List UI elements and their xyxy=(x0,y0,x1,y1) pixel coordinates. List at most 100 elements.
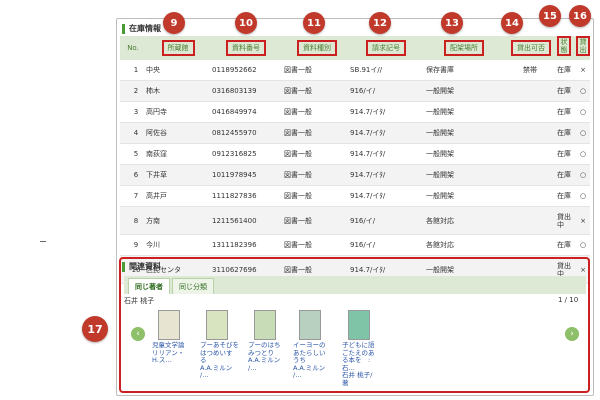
callout-marker: 14 xyxy=(501,12,523,34)
cell-lendable xyxy=(506,123,554,143)
book-title-link[interactable]: イーヨーの あたらしい うち A.A.ミルン /… xyxy=(293,341,343,380)
cell-call-no: SB.91イ// xyxy=(350,66,383,74)
cell-material-no: 0416849974 xyxy=(212,108,257,116)
cell-shelf: 各館対応 xyxy=(426,216,454,225)
cell-type: 図書一般 xyxy=(284,216,312,225)
cell-material-no: 1211561400 xyxy=(212,216,257,225)
next-arrow-icon[interactable]: › xyxy=(565,327,579,341)
table-row: 1 中央 0118952662 図書一般 SB.91イ// 保存書庫 禁帯 在庫 × xyxy=(120,60,590,81)
cell-material-no: 1111827836 xyxy=(212,192,257,200)
cell-status: 在庫 xyxy=(557,66,571,74)
cell-shelf: 一般開架 xyxy=(426,171,454,179)
table-row: 2 柿木 0316803139 図書一般 916/イ/一般開架 在庫 ○ xyxy=(120,81,590,102)
related-tab-bar: 同じ著者 同じ分類 xyxy=(124,276,586,294)
cell-material-no: 0912316825 xyxy=(212,150,257,158)
cell-lendable xyxy=(506,144,554,164)
cell-call-no: 914.7/イﾀ/ xyxy=(350,171,386,179)
header-shelf[interactable]: 配架場所 xyxy=(420,36,508,60)
cell-type: 図書一般 xyxy=(284,150,312,158)
table-row: 7 高井戸 1111827836 図書一般 914.7/イﾀ/一般開架 在庫 ○ xyxy=(120,186,590,207)
related-book[interactable]: プーあそびを はつめいす る A.A.ミルン /… xyxy=(200,310,250,380)
cell-lend: ○ xyxy=(579,150,587,158)
cell-lendable xyxy=(506,235,554,255)
cell-material-no: 1011978945 xyxy=(212,171,257,179)
header-call-no[interactable]: 請求記号 xyxy=(350,36,422,60)
cell-library: 下井草 xyxy=(146,171,167,179)
book-title-link[interactable]: プーのはち みつとり A.A.ミルン /… xyxy=(248,341,298,372)
cell-no: 4 xyxy=(133,129,139,137)
cell-call-no: 914.7/イﾀ/ xyxy=(350,150,386,158)
book-cover[interactable] xyxy=(254,310,276,340)
header-library[interactable]: 所蔵館 xyxy=(146,36,210,60)
related-book[interactable]: プーのはち みつとり A.A.ミルン /… xyxy=(248,310,298,372)
cell-library: 中央 xyxy=(146,66,160,74)
cell-material-no: 0316803139 xyxy=(212,87,257,95)
header-material-no[interactable]: 資料番号 xyxy=(210,36,282,60)
cell-material-no: 0118952662 xyxy=(212,66,257,74)
book-cover[interactable] xyxy=(348,310,370,340)
cell-status: 在庫 xyxy=(557,171,571,179)
cell-shelf: 一般開架 xyxy=(426,150,454,158)
related-pager: 1 / 10 xyxy=(558,296,579,304)
cell-lendable xyxy=(506,165,554,185)
cell-status: 在庫 xyxy=(557,129,571,137)
book-title-link[interactable]: 児童文学論 リリアン・ H.ス… xyxy=(152,341,202,365)
cell-shelf: 一般開架 xyxy=(426,87,454,95)
cell-lend: ○ xyxy=(579,129,587,137)
cell-lendable xyxy=(506,207,554,234)
cell-call-no: 914.7/イﾀ/ xyxy=(350,129,386,137)
header-material-type[interactable]: 資料種別 xyxy=(284,36,350,60)
related-book[interactable]: イーヨーの あたらしい うち A.A.ミルン /… xyxy=(293,310,343,380)
cell-lend: ○ xyxy=(579,192,587,200)
cell-lendable xyxy=(506,102,554,122)
related-book[interactable]: 児童文学論 リリアン・ H.ス… xyxy=(152,310,202,365)
cell-call-no: 916/イ/ xyxy=(350,87,376,95)
book-title-link[interactable]: 子どもに語 ごたえのあ る本を : 石… 石井 桃子/ 著 xyxy=(342,341,392,387)
cell-no: 7 xyxy=(133,192,139,200)
header-status[interactable]: 状態 xyxy=(554,36,574,60)
related-section-heading: 関連資料 xyxy=(122,262,161,272)
callout-marker: 9 xyxy=(163,12,185,34)
cell-no: 5 xyxy=(133,150,139,158)
cell-status: 在庫 xyxy=(557,192,571,200)
cell-call-no: 916/イ/ xyxy=(350,216,376,225)
callout-marker: 12 xyxy=(369,12,391,34)
cell-status: 在庫 xyxy=(557,87,571,95)
cell-type: 図書一般 xyxy=(284,171,312,179)
table-row: 5 南荻窪 0912316825 図書一般 914.7/イﾀ/一般開架 在庫 ○ xyxy=(120,144,590,165)
stock-table-header: No. 所蔵館 資料番号 資料種別 請求記号 配架場所 貸出可否 状態 貸出 xyxy=(120,36,590,60)
cell-type: 図書一般 xyxy=(284,108,312,116)
cell-library: 高井戸 xyxy=(146,192,167,200)
book-cover[interactable] xyxy=(158,310,180,340)
cell-call-no: 916/イ/ xyxy=(350,241,376,249)
book-cover[interactable] xyxy=(206,310,228,340)
cell-library: 方南 xyxy=(146,216,160,225)
cell-type: 図書一般 xyxy=(284,241,312,249)
cell-lend: ○ xyxy=(579,171,587,179)
cell-no: 6 xyxy=(133,171,139,179)
callout-marker: 13 xyxy=(441,12,463,34)
cell-status: 在庫 xyxy=(557,241,571,249)
book-title-link[interactable]: プーあそびを はつめいす る A.A.ミルン /… xyxy=(200,341,250,380)
cell-lendable xyxy=(506,186,554,206)
cell-lendable: 禁帯 xyxy=(523,66,537,74)
related-book[interactable]: 子どもに語 ごたえのあ る本を : 石… 石井 桃子/ 著 xyxy=(342,310,392,387)
cell-type: 図書一般 xyxy=(284,129,312,137)
callout-marker: 10 xyxy=(235,12,257,34)
callout-marker: 11 xyxy=(303,12,325,34)
book-cover[interactable] xyxy=(299,310,321,340)
tab-same-class[interactable]: 同じ分類 xyxy=(172,278,214,294)
header-lend[interactable]: 貸出 xyxy=(574,36,592,60)
cell-call-no: 914.7/イﾀ/ xyxy=(350,192,386,200)
tab-same-author[interactable]: 同じ著者 xyxy=(128,278,170,294)
cell-type: 図書一般 xyxy=(284,192,312,200)
prev-arrow-icon[interactable]: ‹ xyxy=(131,327,145,341)
cell-lend: × xyxy=(580,216,586,225)
cell-type: 図書一般 xyxy=(284,66,312,74)
cell-status: 在庫 xyxy=(557,108,571,116)
table-row: 9 今川 1311182396 図書一般 916/イ/各館対応 在庫 ○ xyxy=(120,235,590,256)
cell-lend: ○ xyxy=(579,241,587,249)
callout-marker: 16 xyxy=(569,5,591,27)
cell-shelf: 一般開架 xyxy=(426,129,454,137)
cell-shelf: 一般開架 xyxy=(426,108,454,116)
